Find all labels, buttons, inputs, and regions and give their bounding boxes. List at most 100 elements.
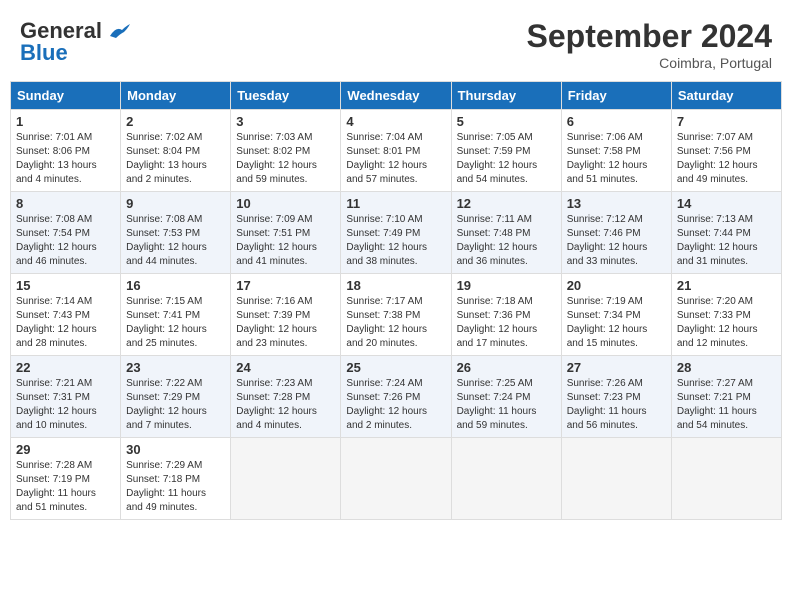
day-number: 15	[16, 278, 115, 293]
day-number: 8	[16, 196, 115, 211]
calendar-week-3: 15 Sunrise: 7:14 AMSunset: 7:43 PMDaylig…	[11, 274, 782, 356]
day-info: Sunrise: 7:09 AMSunset: 7:51 PMDaylight:…	[236, 214, 317, 267]
table-row: 8 Sunrise: 7:08 AMSunset: 7:54 PMDayligh…	[11, 192, 121, 274]
day-number: 14	[677, 196, 776, 211]
day-info: Sunrise: 7:28 AMSunset: 7:19 PMDaylight:…	[16, 460, 96, 513]
day-number: 7	[677, 114, 776, 129]
day-info: Sunrise: 7:03 AMSunset: 8:02 PMDaylight:…	[236, 132, 317, 185]
day-info: Sunrise: 7:10 AMSunset: 7:49 PMDaylight:…	[346, 214, 427, 267]
day-number: 3	[236, 114, 335, 129]
day-number: 5	[457, 114, 556, 129]
day-info: Sunrise: 7:12 AMSunset: 7:46 PMDaylight:…	[567, 214, 648, 267]
day-info: Sunrise: 7:26 AMSunset: 7:23 PMDaylight:…	[567, 378, 647, 431]
table-row: 7 Sunrise: 7:07 AMSunset: 7:56 PMDayligh…	[671, 110, 781, 192]
day-number: 26	[457, 360, 556, 375]
table-row: 25 Sunrise: 7:24 AMSunset: 7:26 PMDaylig…	[341, 356, 451, 438]
day-number: 25	[346, 360, 445, 375]
day-info: Sunrise: 7:27 AMSunset: 7:21 PMDaylight:…	[677, 378, 757, 431]
table-row: 11 Sunrise: 7:10 AMSunset: 7:49 PMDaylig…	[341, 192, 451, 274]
day-info: Sunrise: 7:19 AMSunset: 7:34 PMDaylight:…	[567, 296, 648, 349]
table-row: 19 Sunrise: 7:18 AMSunset: 7:36 PMDaylig…	[451, 274, 561, 356]
month-title: September 2024	[527, 18, 772, 55]
day-number: 9	[126, 196, 225, 211]
col-friday: Friday	[561, 82, 671, 110]
day-number: 12	[457, 196, 556, 211]
table-row: 30 Sunrise: 7:29 AMSunset: 7:18 PMDaylig…	[121, 438, 231, 520]
calendar-table: Sunday Monday Tuesday Wednesday Thursday…	[10, 81, 782, 520]
col-thursday: Thursday	[451, 82, 561, 110]
page-header: General Blue September 2024 Coimbra, Por…	[10, 10, 782, 75]
location: Coimbra, Portugal	[527, 55, 772, 71]
day-number: 29	[16, 442, 115, 457]
col-wednesday: Wednesday	[341, 82, 451, 110]
day-info: Sunrise: 7:21 AMSunset: 7:31 PMDaylight:…	[16, 378, 97, 431]
day-info: Sunrise: 7:14 AMSunset: 7:43 PMDaylight:…	[16, 296, 97, 349]
day-info: Sunrise: 7:08 AMSunset: 7:54 PMDaylight:…	[16, 214, 97, 267]
day-number: 18	[346, 278, 445, 293]
day-info: Sunrise: 7:18 AMSunset: 7:36 PMDaylight:…	[457, 296, 538, 349]
table-row: 23 Sunrise: 7:22 AMSunset: 7:29 PMDaylig…	[121, 356, 231, 438]
day-info: Sunrise: 7:20 AMSunset: 7:33 PMDaylight:…	[677, 296, 758, 349]
table-row: 29 Sunrise: 7:28 AMSunset: 7:19 PMDaylig…	[11, 438, 121, 520]
day-number: 22	[16, 360, 115, 375]
day-info: Sunrise: 7:23 AMSunset: 7:28 PMDaylight:…	[236, 378, 317, 431]
day-info: Sunrise: 7:06 AMSunset: 7:58 PMDaylight:…	[567, 132, 648, 185]
day-number: 10	[236, 196, 335, 211]
day-info: Sunrise: 7:16 AMSunset: 7:39 PMDaylight:…	[236, 296, 317, 349]
table-row: 6 Sunrise: 7:06 AMSunset: 7:58 PMDayligh…	[561, 110, 671, 192]
day-info: Sunrise: 7:07 AMSunset: 7:56 PMDaylight:…	[677, 132, 758, 185]
day-number: 13	[567, 196, 666, 211]
col-tuesday: Tuesday	[231, 82, 341, 110]
table-row	[451, 438, 561, 520]
day-number: 6	[567, 114, 666, 129]
day-number: 1	[16, 114, 115, 129]
day-info: Sunrise: 7:08 AMSunset: 7:53 PMDaylight:…	[126, 214, 207, 267]
day-number: 28	[677, 360, 776, 375]
title-block: September 2024 Coimbra, Portugal	[527, 18, 772, 71]
logo: General Blue	[20, 18, 130, 66]
table-row: 12 Sunrise: 7:11 AMSunset: 7:48 PMDaylig…	[451, 192, 561, 274]
day-number: 20	[567, 278, 666, 293]
table-row	[561, 438, 671, 520]
table-row: 26 Sunrise: 7:25 AMSunset: 7:24 PMDaylig…	[451, 356, 561, 438]
table-row: 16 Sunrise: 7:15 AMSunset: 7:41 PMDaylig…	[121, 274, 231, 356]
table-row: 28 Sunrise: 7:27 AMSunset: 7:21 PMDaylig…	[671, 356, 781, 438]
table-row: 21 Sunrise: 7:20 AMSunset: 7:33 PMDaylig…	[671, 274, 781, 356]
table-row: 14 Sunrise: 7:13 AMSunset: 7:44 PMDaylig…	[671, 192, 781, 274]
day-info: Sunrise: 7:05 AMSunset: 7:59 PMDaylight:…	[457, 132, 538, 185]
table-row: 27 Sunrise: 7:26 AMSunset: 7:23 PMDaylig…	[561, 356, 671, 438]
day-number: 21	[677, 278, 776, 293]
day-info: Sunrise: 7:25 AMSunset: 7:24 PMDaylight:…	[457, 378, 537, 431]
table-row: 18 Sunrise: 7:17 AMSunset: 7:38 PMDaylig…	[341, 274, 451, 356]
day-info: Sunrise: 7:15 AMSunset: 7:41 PMDaylight:…	[126, 296, 207, 349]
day-number: 11	[346, 196, 445, 211]
col-sunday: Sunday	[11, 82, 121, 110]
table-row: 3 Sunrise: 7:03 AMSunset: 8:02 PMDayligh…	[231, 110, 341, 192]
day-info: Sunrise: 7:11 AMSunset: 7:48 PMDaylight:…	[457, 214, 538, 267]
col-saturday: Saturday	[671, 82, 781, 110]
day-number: 30	[126, 442, 225, 457]
logo-blue: Blue	[20, 40, 68, 66]
day-number: 17	[236, 278, 335, 293]
day-info: Sunrise: 7:22 AMSunset: 7:29 PMDaylight:…	[126, 378, 207, 431]
table-row: 9 Sunrise: 7:08 AMSunset: 7:53 PMDayligh…	[121, 192, 231, 274]
day-number: 24	[236, 360, 335, 375]
day-info: Sunrise: 7:29 AMSunset: 7:18 PMDaylight:…	[126, 460, 206, 513]
day-info: Sunrise: 7:24 AMSunset: 7:26 PMDaylight:…	[346, 378, 427, 431]
day-info: Sunrise: 7:17 AMSunset: 7:38 PMDaylight:…	[346, 296, 427, 349]
table-row: 4 Sunrise: 7:04 AMSunset: 8:01 PMDayligh…	[341, 110, 451, 192]
table-row	[671, 438, 781, 520]
table-row: 22 Sunrise: 7:21 AMSunset: 7:31 PMDaylig…	[11, 356, 121, 438]
day-info: Sunrise: 7:01 AMSunset: 8:06 PMDaylight:…	[16, 132, 97, 185]
day-number: 4	[346, 114, 445, 129]
day-number: 23	[126, 360, 225, 375]
day-info: Sunrise: 7:04 AMSunset: 8:01 PMDaylight:…	[346, 132, 427, 185]
table-row: 1 Sunrise: 7:01 AMSunset: 8:06 PMDayligh…	[11, 110, 121, 192]
table-row	[341, 438, 451, 520]
day-number: 16	[126, 278, 225, 293]
calendar-week-2: 8 Sunrise: 7:08 AMSunset: 7:54 PMDayligh…	[11, 192, 782, 274]
table-row: 24 Sunrise: 7:23 AMSunset: 7:28 PMDaylig…	[231, 356, 341, 438]
calendar-week-4: 22 Sunrise: 7:21 AMSunset: 7:31 PMDaylig…	[11, 356, 782, 438]
table-row: 13 Sunrise: 7:12 AMSunset: 7:46 PMDaylig…	[561, 192, 671, 274]
calendar-week-5: 29 Sunrise: 7:28 AMSunset: 7:19 PMDaylig…	[11, 438, 782, 520]
